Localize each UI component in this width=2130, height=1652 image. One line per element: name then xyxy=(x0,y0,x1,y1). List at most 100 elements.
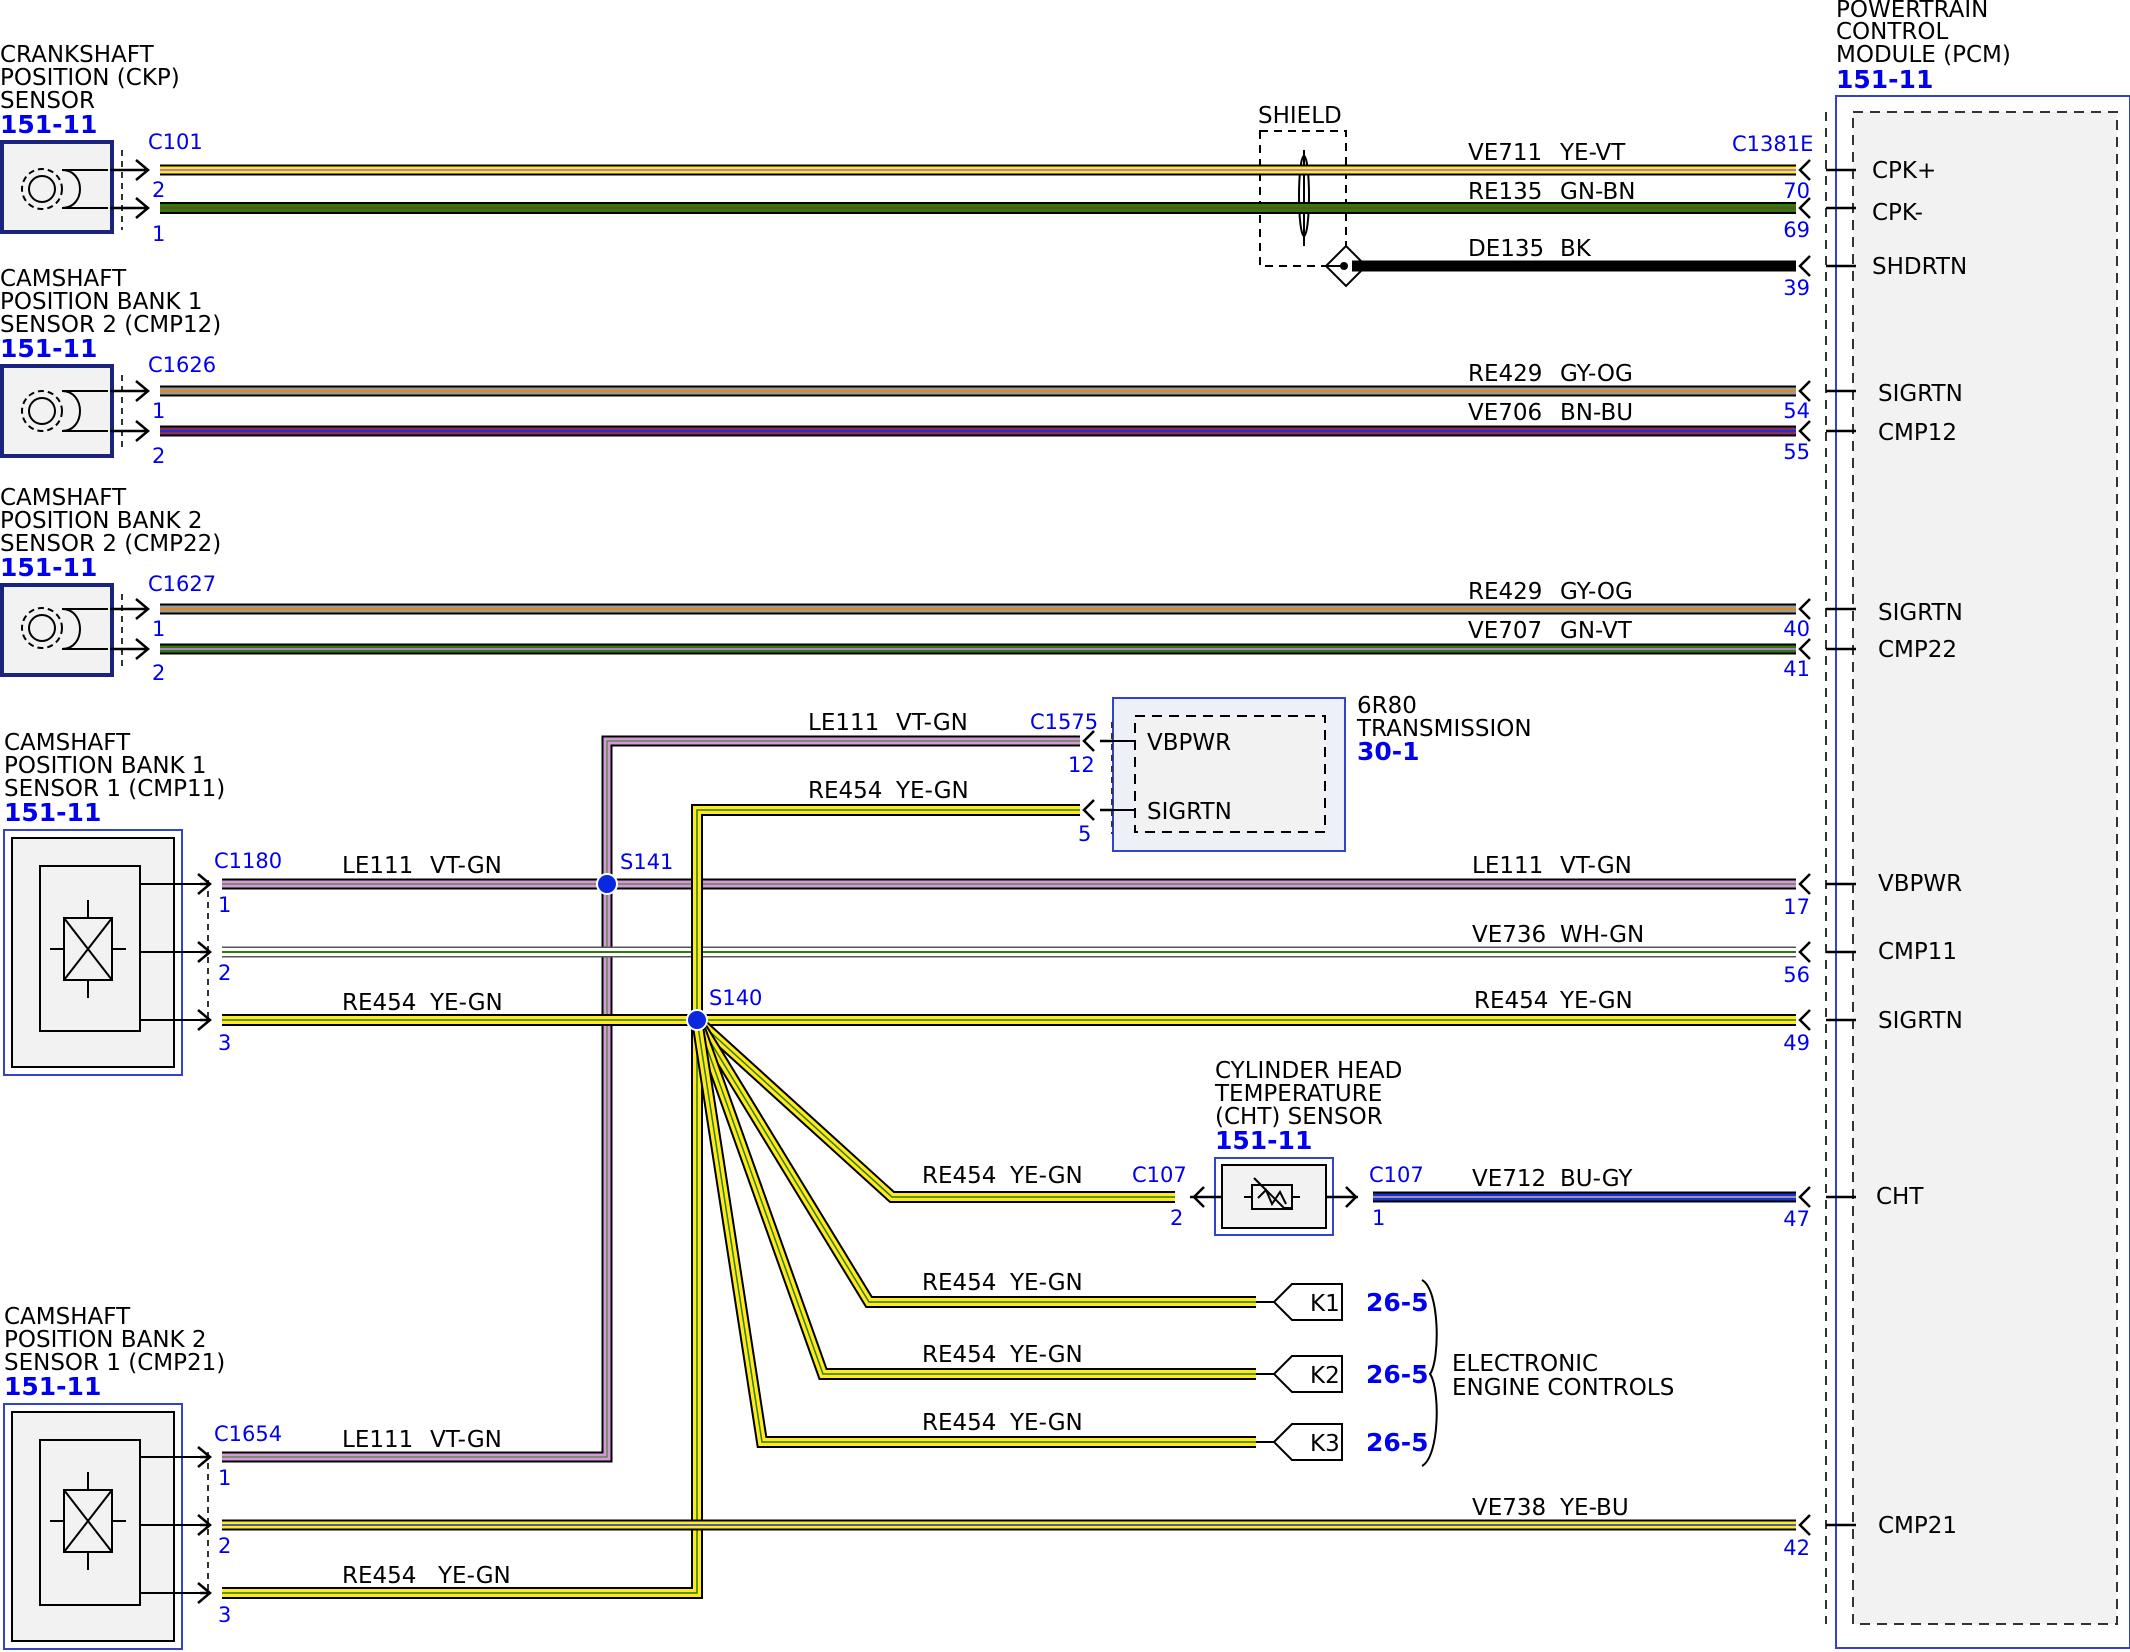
conn-c1381e[interactable]: C1381E xyxy=(1732,132,1813,156)
pcm-name-vbpwr: VBPWR xyxy=(1878,871,1962,897)
pcm-pin-17: 17 xyxy=(1783,895,1810,919)
wl-ve707-circuit: VE707 xyxy=(1468,618,1542,644)
wl-ve738-circuit: VE738 xyxy=(1472,1495,1546,1521)
conn-c1575[interactable]: C1575 xyxy=(1030,710,1098,734)
wl-ve712-color: BU-GY xyxy=(1560,1166,1633,1192)
cmp12-box[interactable] xyxy=(0,364,114,458)
wl-re429a-color: GY-OG xyxy=(1560,361,1633,387)
offpage-k1-ref[interactable]: 26-5 xyxy=(1366,1288,1429,1317)
cmp11-ref[interactable]: 151-11 xyxy=(4,798,101,827)
wl-re454-pcm-color: YE-GN xyxy=(1559,988,1633,1014)
wl-ve706-circuit: VE706 xyxy=(1468,400,1542,426)
splice-s141-label: S141 xyxy=(620,850,673,874)
pcm-name-cpk-plus: CPK+ xyxy=(1872,158,1936,184)
wl-ve711-circuit: VE711 xyxy=(1468,140,1542,166)
wl-ve736-color: WH-GN xyxy=(1560,922,1644,948)
splice-s141[interactable] xyxy=(596,873,618,895)
shield-label: SHIELD xyxy=(1258,103,1342,129)
pcm-name-sigrtn-49: SIGRTN xyxy=(1878,1008,1963,1034)
conn-c101[interactable]: C101 xyxy=(148,130,203,154)
wl-ve736-circuit: VE736 xyxy=(1472,922,1546,948)
wl-re135-circuit: RE135 xyxy=(1468,179,1542,205)
wiring-diagram: POWERTRAIN CONTROL MODULE (PCM) 151-11 C… xyxy=(0,0,2130,1650)
pcm-name-cht: CHT xyxy=(1876,1184,1924,1210)
conn-c1626[interactable]: C1626 xyxy=(148,353,216,377)
conn-c1654[interactable]: C1654 xyxy=(214,1422,282,1446)
trans-pin-vbpwr: VBPWR xyxy=(1147,730,1231,756)
cmp21-ref[interactable]: 151-11 xyxy=(4,1372,101,1401)
wl-le111-cmp21-circuit: LE111 xyxy=(342,1427,413,1453)
offpage-k3-ref[interactable]: 26-5 xyxy=(1366,1428,1429,1457)
conn-c107-b[interactable]: C107 xyxy=(1369,1163,1424,1187)
wl-re454-cht-circuit: RE454 xyxy=(922,1163,996,1189)
pcm-pin-54: 54 xyxy=(1783,399,1810,423)
pin-cmp11-2: 2 xyxy=(218,961,231,985)
wl-de135-circuit: DE135 xyxy=(1468,236,1544,262)
pcm-pin-69: 69 xyxy=(1783,218,1810,242)
pcm-pin-39: 39 xyxy=(1783,276,1810,300)
pin-cmp12-1: 1 xyxy=(152,399,165,423)
cmp22-ref[interactable]: 151-11 xyxy=(0,553,97,582)
pin-cmp21-3: 3 xyxy=(218,1603,231,1627)
pcm-pin-56: 56 xyxy=(1783,963,1810,987)
pcm-name-shdrtn: SHDRTN xyxy=(1872,254,1967,280)
wl-re454-trans-circuit: RE454 xyxy=(808,778,882,804)
ckp-box[interactable] xyxy=(0,140,114,234)
wl-re454-cmp11-color: YE-GN xyxy=(429,990,503,1016)
wl-le111-trans-color: VT-GN xyxy=(896,710,968,736)
conn-c107-a[interactable]: C107 xyxy=(1132,1163,1187,1187)
pcm-name-sigrtn-54: SIGRTN xyxy=(1878,381,1963,407)
pcm-pin-42: 42 xyxy=(1783,1536,1810,1560)
pin-ckp-1: 1 xyxy=(152,222,165,246)
wl-re454-cmp21-color: YE-GN xyxy=(437,1563,511,1589)
pin-cmp21-1: 1 xyxy=(218,1466,231,1490)
pin-cmp11-3: 3 xyxy=(218,1031,231,1055)
conn-c1627[interactable]: C1627 xyxy=(148,572,216,596)
cht-ref[interactable]: 151-11 xyxy=(1215,1126,1312,1155)
offpage-k3-label: K3 xyxy=(1310,1431,1340,1457)
wl-re454-k3-color: YE-GN xyxy=(1009,1410,1083,1436)
ckp-ref[interactable]: 151-11 xyxy=(0,110,97,139)
wl-le111-trans-circuit: LE111 xyxy=(808,710,879,736)
offpage-connectors[interactable]: K1 26-5 K2 26-5 K3 26-5 ELECTRONIC ENGIN… xyxy=(1256,1279,1674,1467)
cmp12-ref[interactable]: 151-11 xyxy=(0,334,97,363)
wl-le111-cmp11-circuit: LE111 xyxy=(342,853,413,879)
pcm-ref[interactable]: 151-11 xyxy=(1836,65,1933,94)
trans-ref[interactable]: 30-1 xyxy=(1357,737,1420,766)
pin-cmp11-1: 1 xyxy=(218,893,231,917)
wl-ve712-circuit: VE712 xyxy=(1472,1166,1546,1192)
splice-s140-label: S140 xyxy=(709,986,762,1010)
wl-re429b-color: GY-OG xyxy=(1560,579,1633,605)
pcm-name-cmp11: CMP11 xyxy=(1878,939,1957,965)
pcm-name-cmp21: CMP21 xyxy=(1878,1513,1957,1539)
pin-cmp12-2: 2 xyxy=(152,444,165,468)
pcm-name-sigrtn-40: SIGRTN xyxy=(1878,600,1963,626)
offpage-k2-ref[interactable]: 26-5 xyxy=(1366,1360,1429,1389)
pin-cht-2: 2 xyxy=(1170,1206,1183,1230)
connector-labels: C101 C1626 C1627 C1180 C1654 C1575 C1381… xyxy=(148,130,1813,1446)
pin-trans-5: 5 xyxy=(1078,822,1091,846)
offpage-k2-label: K2 xyxy=(1310,1363,1340,1389)
pcm-name-cpk-minus: CPK- xyxy=(1872,200,1923,226)
pin-ckp-2: 2 xyxy=(152,178,165,202)
wl-re135-color: GN-BN xyxy=(1560,179,1636,205)
pcm-pin-55: 55 xyxy=(1783,440,1810,464)
wl-ve738-color: YE-BU xyxy=(1559,1495,1629,1521)
pcm-module[interactable]: POWERTRAIN CONTROL MODULE (PCM) 151-11 xyxy=(1825,0,2130,1649)
wl-le111-cmp11-color: VT-GN xyxy=(430,853,502,879)
pcm-pin-70: 70 xyxy=(1783,179,1810,203)
wl-le111-pcm-circuit: LE111 xyxy=(1472,853,1543,879)
pin-cmp21-2: 2 xyxy=(218,1534,231,1558)
conn-c1180[interactable]: C1180 xyxy=(214,849,282,873)
trans-pin-sigrtn: SIGRTN xyxy=(1147,799,1232,825)
wl-re454-trans-color: YE-GN xyxy=(895,778,969,804)
pin-cmp22-2: 2 xyxy=(152,661,165,685)
pcm-pin-49: 49 xyxy=(1783,1031,1810,1055)
transmission-module[interactable]: VBPWR SIGRTN 6R80 TRANSMISSION 30-1 xyxy=(1110,693,1532,852)
cmp22-box[interactable] xyxy=(0,583,114,677)
splice-s140[interactable] xyxy=(686,1009,708,1031)
eec-title-1: ELECTRONIC xyxy=(1452,1351,1598,1377)
wl-re454-k2-circuit: RE454 xyxy=(922,1342,996,1368)
eec-title-2: ENGINE CONTROLS xyxy=(1452,1375,1674,1401)
pcm-pin-40: 40 xyxy=(1783,617,1810,641)
